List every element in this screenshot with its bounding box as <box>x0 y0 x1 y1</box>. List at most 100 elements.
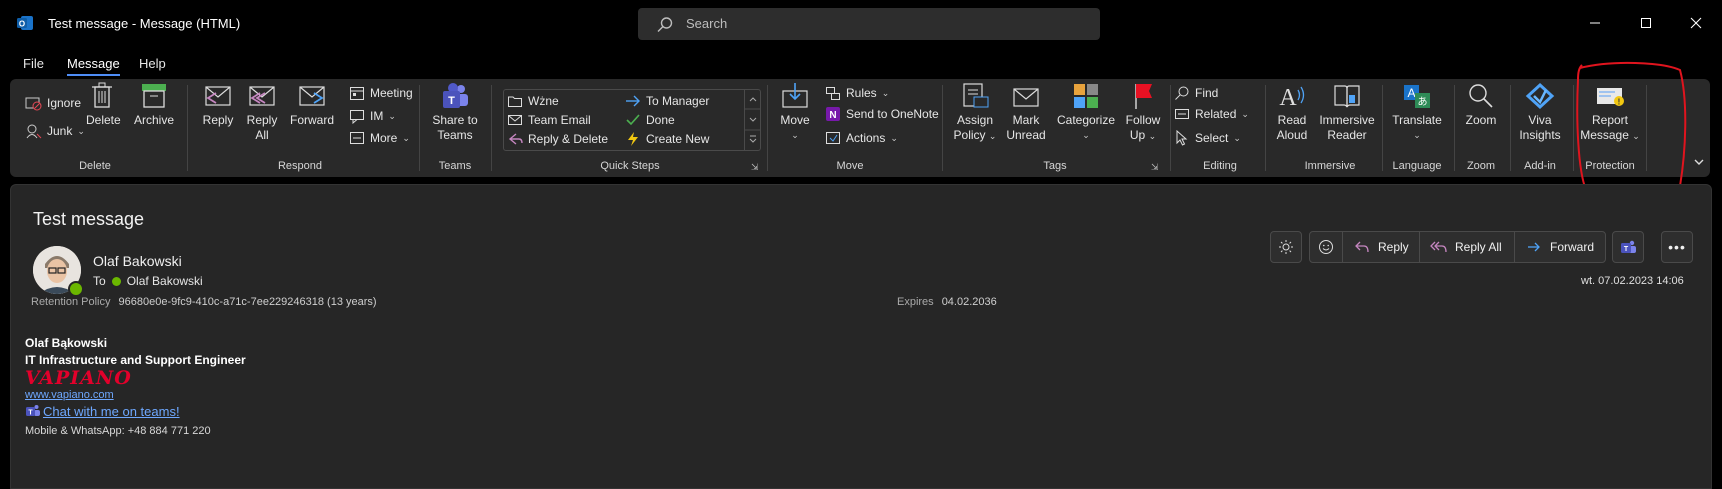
signature-phone: Mobile & WhatsApp: +48 884 771 220 <box>25 425 211 437</box>
retention-policy: Retention Policy 96680e0e-9fc9-410c-a71c-… <box>31 296 377 308</box>
move-button[interactable]: Move ⌄ <box>774 81 816 143</box>
viva-insights-button[interactable]: Viva Insights <box>1516 81 1564 143</box>
group-label-move: Move <box>836 160 864 172</box>
ribbon-collapse-chevron-icon[interactable] <box>1692 157 1706 167</box>
quickstep-to-manager[interactable]: To Manager <box>625 91 709 111</box>
teams-chat-button[interactable]: T <box>1612 231 1644 263</box>
cursor-icon <box>1176 130 1188 146</box>
emoji-reaction-button[interactable] <box>1310 232 1342 262</box>
reply-all-icon <box>249 86 275 106</box>
teams-chat-link[interactable]: T Chat with me on teams! <box>25 403 180 419</box>
mark-unread-button[interactable]: Mark Unread <box>1003 81 1049 143</box>
divider <box>1514 232 1515 262</box>
svg-text:T: T <box>448 95 455 107</box>
quickstep-done[interactable]: Done <box>625 110 675 130</box>
chat-icon <box>350 110 364 124</box>
follow-up-button[interactable]: Follow Up ⌄ <box>1122 81 1164 144</box>
dialog-launcher-icon[interactable]: ⇲ <box>1151 162 1159 173</box>
find-button[interactable]: Find <box>1174 83 1218 103</box>
reading-pane: Test message Olaf Bakowski To Olaf Bakow… <box>10 184 1712 489</box>
actions-button[interactable]: Actions ⌄ <box>825 128 898 148</box>
group-label-quick-steps: Quick Steps <box>600 160 660 172</box>
meeting-button[interactable]: Meeting <box>349 83 413 103</box>
maximize-icon[interactable] <box>1636 13 1656 33</box>
website-link[interactable]: www.vapiano.com <box>25 389 114 401</box>
chevron-down-icon: ⌄ <box>890 132 898 143</box>
share-to-teams-button[interactable]: T Share to Teams <box>428 81 482 143</box>
group-divider <box>942 85 943 171</box>
forward-action-button[interactable]: Forward <box>1526 232 1594 262</box>
tab-message[interactable]: Message <box>67 56 120 76</box>
minimize-icon[interactable] <box>1585 13 1605 33</box>
teams-icon: T <box>26 405 40 417</box>
junk-button[interactable]: Junk ⌄ <box>24 121 85 141</box>
close-icon[interactable] <box>1686 13 1706 33</box>
recipients-row: To Olaf Bakowski <box>93 274 203 288</box>
divider <box>1342 232 1343 262</box>
reply-button[interactable]: Reply <box>198 81 238 128</box>
forward-button[interactable]: Forward <box>287 81 337 128</box>
ignore-button[interactable]: Ignore <box>24 93 81 113</box>
arrow-right-icon <box>626 95 640 107</box>
select-button[interactable]: Select ⌄ <box>1174 128 1241 148</box>
archive-button[interactable]: Archive <box>133 81 175 128</box>
sender-name[interactable]: Olaf Bakowski <box>93 253 182 269</box>
svg-text:T: T <box>28 410 33 417</box>
categorize-icon <box>1074 84 1098 108</box>
im-button[interactable]: IM ⌄ <box>349 106 396 126</box>
categorize-button[interactable]: Categorize ⌄ <box>1055 81 1117 143</box>
onenote-icon: N <box>826 107 840 121</box>
chevron-down-icon: ⌄ <box>1148 131 1157 141</box>
group-divider <box>767 85 768 171</box>
group-divider <box>1170 85 1171 171</box>
recipient-name[interactable]: Olaf Bakowski <box>127 274 203 288</box>
zoom-icon <box>1469 84 1493 108</box>
quick-steps-scrollbar[interactable] <box>744 89 761 151</box>
rules-button[interactable]: Rules ⌄ <box>825 83 889 103</box>
reply-all-icon <box>1430 241 1447 253</box>
tab-file[interactable]: File <box>23 56 44 71</box>
scroll-arrows-icon <box>745 97 761 143</box>
dialog-launcher-icon[interactable]: ⇲ <box>751 162 759 173</box>
immersive-reader-icon <box>1334 85 1360 108</box>
quickstep-reply-delete[interactable]: Reply & Delete <box>507 129 608 149</box>
group-divider <box>187 85 188 171</box>
more-button[interactable]: More ⌄ <box>349 128 410 148</box>
read-aloud-button[interactable]: A Read Aloud <box>1272 81 1312 143</box>
to-label: To <box>93 274 106 288</box>
quickstep-team-email[interactable]: Team Email <box>507 110 591 130</box>
folder-icon <box>508 96 522 107</box>
send-to-onenote-button[interactable]: N Send to OneNote <box>825 104 939 124</box>
signature-name: Olaf Bąkowski <box>25 336 108 350</box>
message-datetime: wt. 07.02.2023 14:06 <box>1581 275 1684 287</box>
related-icon <box>1175 109 1189 119</box>
assign-policy-button[interactable]: Assign Policy ⌄ <box>952 81 998 144</box>
chevron-down-icon: ⌄ <box>881 87 890 98</box>
theme-toggle-button[interactable] <box>1270 231 1302 263</box>
svg-text:N: N <box>829 110 836 121</box>
quickstep-wzne[interactable]: Wżne <box>507 91 559 111</box>
reply-all-action-button[interactable]: Reply All <box>1429 232 1502 262</box>
reply-all-button[interactable]: Reply All <box>242 81 282 143</box>
presence-available-icon <box>68 281 84 297</box>
related-button[interactable]: Related ⌄ <box>1174 104 1249 124</box>
immersive-reader-button[interactable]: Immersive Reader <box>1316 81 1378 143</box>
search-placeholder: Search <box>686 16 728 31</box>
outlook-icon: O <box>17 16 33 30</box>
ignore-icon <box>25 97 42 111</box>
tab-help[interactable]: Help <box>139 56 166 71</box>
annotation-circle <box>1576 61 1687 196</box>
signature-title: IT Infrastructure and Support Engineer <box>25 353 246 367</box>
reply-action-button[interactable]: Reply <box>1354 232 1409 262</box>
search-box[interactable]: Search <box>638 8 1100 40</box>
delete-button[interactable]: Delete <box>86 81 121 128</box>
zoom-button[interactable]: Zoom <box>1459 81 1503 128</box>
group-label-teams: Teams <box>438 160 472 172</box>
more-actions-button[interactable]: ••• <box>1661 231 1693 263</box>
translate-button[interactable]: Aあ Translate ⌄ <box>1388 81 1446 143</box>
archive-icon <box>142 84 166 108</box>
reply-icon <box>205 86 231 106</box>
quickstep-create-new[interactable]: Create New <box>625 129 709 149</box>
group-label-language: Language <box>1392 160 1442 172</box>
group-divider <box>1382 85 1383 171</box>
